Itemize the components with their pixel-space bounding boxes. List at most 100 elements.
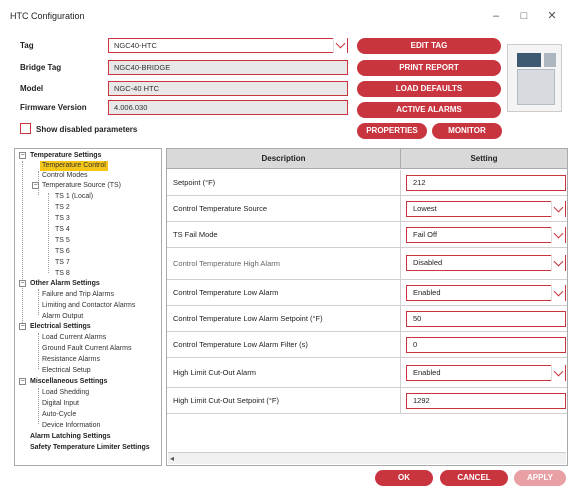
row-description: Control Temperature Low Alarm Setpoint (… [167,306,401,332]
low-alarm-filter-input[interactable]: 0 [406,337,566,353]
table-row: Setpoint (°F) 212 [167,170,567,196]
device-keypad [517,69,555,105]
scroll-left-icon[interactable]: ◂ [170,453,174,465]
tag-dropdown-arrow[interactable] [333,38,347,53]
tree-item-resistance[interactable]: Resistance Alarms [42,355,100,365]
tree-expand-toggle[interactable]: − [19,378,26,385]
tag-value: NGC40-HTC [114,41,157,50]
tree-item-ts1[interactable]: TS 1 (Local) [55,192,93,202]
low-alarm-select[interactable]: Enabled [406,285,566,301]
tree-item-limiting-contactor[interactable]: Limiting and Contactor Alarms [42,301,135,311]
tree-item-load-shedding[interactable]: Load Shedding [42,388,89,398]
tree-item-ts7[interactable]: TS 7 [55,258,70,268]
tree-connector [48,193,49,273]
tree-connector [38,333,39,369]
tree-item-load-current[interactable]: Load Current Alarms [42,333,106,343]
high-alarm-select[interactable]: Disabled [406,255,566,271]
low-alarm-setpoint-input[interactable]: 50 [406,311,566,327]
bridge-tag-field: NGC40-BRIDGE [108,60,348,75]
tree-item-ts4[interactable]: TS 4 [55,225,70,235]
high-limit-setpoint-input[interactable]: 1292 [406,393,566,409]
table-row: Control Temperature Low Alarm Setpoint (… [167,306,567,332]
tree-item-alarm-output[interactable]: Alarm Output [42,312,83,322]
cancel-button[interactable]: CANCEL [440,470,508,486]
ok-button[interactable]: OK [375,470,433,486]
tree-item-misc-settings[interactable]: Miscellaneous Settings [30,377,107,387]
table-row: Control Temperature Low Alarm Enabled [167,280,567,306]
tree-item-ts8[interactable]: TS 8 [55,269,70,279]
setting-header: Setting [401,149,567,169]
tree-item-temperature-control[interactable]: Temperature Control [40,161,108,171]
ts-fail-mode-select[interactable]: Fail Off [406,227,566,243]
row-description: Setpoint (°F) [167,170,401,196]
close-button[interactable]: ✕ [538,6,566,26]
tree-item-ts5[interactable]: TS 5 [55,236,70,246]
load-defaults-button[interactable]: LOAD DEFAULTS [357,81,501,97]
row-value: 1292 [413,396,430,405]
tree-item-control-modes[interactable]: Control Modes [42,171,88,181]
tree-item-ts6[interactable]: TS 6 [55,247,70,257]
model-value: NGC-40 HTC [114,84,160,93]
firmware-value: 4.006.030 [114,103,148,112]
tree-expand-toggle[interactable]: − [19,280,26,287]
setpoint-input[interactable]: 212 [406,175,566,191]
bridge-tag-value: NGC40-BRIDGE [114,63,171,72]
chevron-down-icon [553,256,564,267]
tree-connector [38,388,39,424]
dropdown-arrow[interactable] [551,365,565,381]
device-leds [544,53,556,67]
monitor-button[interactable]: MONITOR [432,123,502,139]
row-value: Fail Off [413,230,438,239]
row-value: 0 [413,340,418,349]
tree-item-electrical-setup[interactable]: Electrical Setup [42,366,91,376]
edit-tag-button[interactable]: EDIT TAG [357,38,501,54]
model-field: NGC-40 HTC [108,81,348,96]
horizontal-scrollbar[interactable]: ◂ [168,452,566,464]
tree-item-ground-fault[interactable]: Ground Fault Current Alarms [42,344,131,354]
firmware-field: 4.006.030 [108,100,348,115]
device-screen [517,53,541,67]
tree-item-auto-cycle[interactable]: Auto-Cycle [42,410,76,420]
tree-item-safety-temp[interactable]: Safety Temperature Limiter Settings [30,443,150,453]
row-description: High Limit Cut-Out Setpoint (°F) [167,388,401,414]
settings-grid: Description Setting Setpoint (°F) 212 Co… [166,148,568,466]
dropdown-arrow[interactable] [551,227,565,243]
high-limit-alarm-select[interactable]: Enabled [406,365,566,381]
dropdown-arrow[interactable] [551,255,565,271]
tree-item-ts2[interactable]: TS 2 [55,203,70,213]
tree-item-device-info[interactable]: Device Information [42,421,100,431]
show-disabled-checkbox[interactable] [20,123,31,134]
print-report-button[interactable]: PRINT REPORT [357,60,501,76]
tree-item-electrical-settings[interactable]: Electrical Settings [30,322,91,332]
tree-item-temperature-settings[interactable]: Temperature Settings [30,151,101,161]
tag-select[interactable]: NGC40-HTC [108,38,348,53]
tree-connector [38,289,39,315]
control-temp-source-select[interactable]: Lowest [406,201,566,217]
tree-item-alarm-latching[interactable]: Alarm Latching Settings [30,432,111,442]
tree-item-ts3[interactable]: TS 3 [55,214,70,224]
maximize-button[interactable]: □ [510,6,538,26]
settings-tree[interactable]: − Temperature Settings Temperature Contr… [14,148,162,466]
window-title: HTC Configuration [10,11,85,21]
description-header: Description [167,149,401,169]
tree-expand-toggle[interactable]: − [32,182,39,189]
chevron-down-icon [553,286,564,297]
dropdown-arrow[interactable] [551,285,565,301]
row-description: Control Temperature Low Alarm [167,280,401,306]
tree-expand-toggle[interactable]: − [19,323,26,330]
tree-expand-toggle[interactable]: − [19,152,26,159]
apply-button[interactable]: APPLY [514,470,566,486]
tree-item-failure-trip[interactable]: Failure and Trip Alarms [42,290,114,300]
row-value: 212 [413,178,426,187]
tree-item-temperature-source[interactable]: Temperature Source (TS) [42,181,121,191]
tree-item-digital-input[interactable]: Digital Input [42,399,79,409]
row-description: TS Fail Mode [167,222,401,248]
table-row: TS Fail Mode Fail Off [167,222,567,248]
device-image [507,44,562,112]
properties-button[interactable]: PROPERTIES [357,123,427,139]
minimize-button[interactable]: – [482,6,510,26]
active-alarms-button[interactable]: ACTIVE ALARMS [357,102,501,118]
row-description: High Limit Cut-Out Alarm [167,358,401,388]
dropdown-arrow[interactable] [551,201,565,217]
tree-item-other-alarm-settings[interactable]: Other Alarm Settings [30,279,100,289]
